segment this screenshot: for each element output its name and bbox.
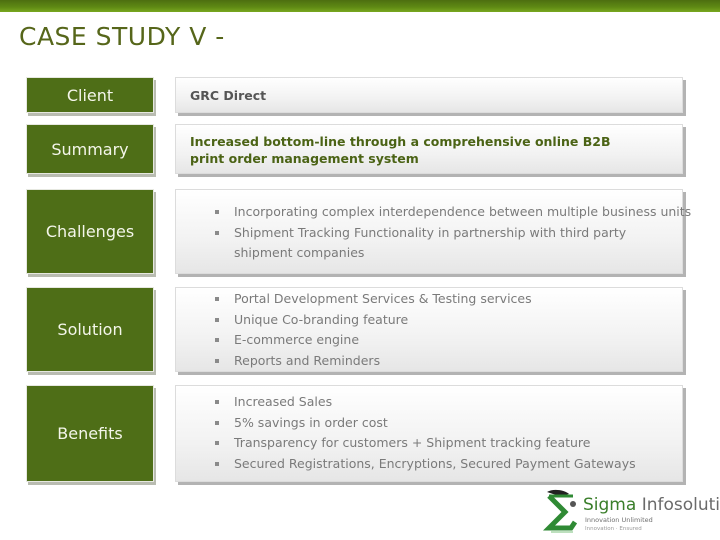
benefit-item: Increased Sales	[212, 392, 702, 413]
logo-brand-suffix: Infosolutions	[641, 495, 720, 515]
summary-box: Increased bottom-line through a comprehe…	[175, 124, 683, 174]
challenges-box: Incorporating complex interdependence be…	[175, 189, 691, 274]
logo-tagline: Innovation Unlimited	[585, 516, 653, 524]
solution-label: Solution	[26, 287, 154, 372]
solution-box: Portal Development Services & Testing se…	[175, 287, 683, 372]
client-value: GRC Direct	[190, 88, 267, 103]
benefit-item: Secured Registrations, Encryptions, Secu…	[212, 454, 702, 475]
challenges-list: Incorporating complex interdependence be…	[212, 202, 692, 264]
benefits-box: Increased Sales 5% savings in order cost…	[175, 385, 683, 482]
solution-item: Unique Co-branding feature	[212, 310, 702, 331]
client-box: GRC Direct	[175, 77, 683, 113]
benefits-label: Benefits	[26, 385, 154, 482]
challenge-item: Incorporating complex interdependence be…	[212, 202, 692, 223]
summary-value: Increased bottom-line through a comprehe…	[190, 134, 611, 166]
benefit-item: Transparency for customers + Shipment tr…	[212, 433, 702, 454]
logo-subtagline: Innovation · Ensured	[585, 526, 642, 532]
challenge-item: Shipment Tracking Functionality in partn…	[212, 223, 692, 264]
logo-brand-name: Sigma Infosolutions	[583, 495, 720, 515]
solution-item: E-commerce engine	[212, 330, 702, 351]
solution-item: Reports and Reminders	[212, 351, 702, 372]
top-accent-bar	[0, 0, 720, 12]
solution-item: Portal Development Services & Testing se…	[212, 289, 702, 310]
client-label: Client	[26, 77, 154, 113]
logo-brand-prefix: Sigma	[583, 495, 637, 515]
benefit-item: 5% savings in order cost	[212, 413, 702, 434]
summary-label: Summary	[26, 124, 154, 174]
solution-list: Portal Development Services & Testing se…	[212, 289, 702, 371]
sigma-icon	[543, 489, 578, 533]
benefits-list: Increased Sales 5% savings in order cost…	[212, 392, 702, 474]
company-logo: Sigma Infosolutions Innovation Unlimited…	[543, 488, 720, 538]
slide-title: CASE STUDY V -	[19, 22, 225, 51]
challenges-label: Challenges	[26, 189, 154, 274]
